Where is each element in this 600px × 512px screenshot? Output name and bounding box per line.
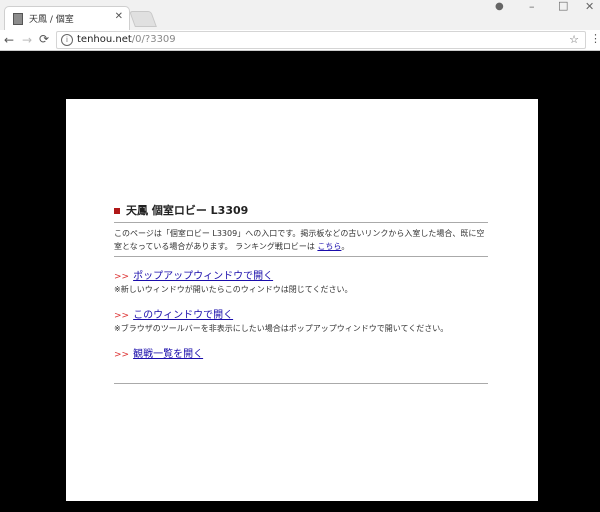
open-watch-list-link[interactable]: 観戦一覧を開く [133,349,203,360]
content-panel: 天鳳 個室ロビー L3309 このページは「個室ロビー L3309」への入口です… [66,99,538,501]
close-icon[interactable]: ✕ [115,11,123,22]
divider [114,222,488,223]
intro-body: このページは「個室ロビー L3309」への入口です。掲示板などの古いリンクから入… [114,229,485,251]
minimize-icon[interactable]: – [529,0,535,13]
url-path: /0/?3309 [131,34,176,45]
back-icon[interactable]: ← [4,33,14,47]
lobby-entry: 天鳳 個室ロビー L3309 このページは「個室ロビー L3309」への入口です… [114,203,488,384]
action-note: ※ブラウザのツールバーを非表示にしたい場合はポップアップウィンドウで開いてくださ… [114,324,449,333]
favicon-icon [13,13,23,25]
tab-title: 天鳳 / 個室 [29,15,74,25]
arrow-icon: >> [114,272,130,282]
intro-text: このページは「個室ロビー L3309」への入口です。掲示板などの古いリンクから入… [114,227,488,253]
square-marker-icon [114,208,120,214]
forward-icon[interactable]: → [22,33,32,47]
address-bar[interactable]: i tenhou.net/0/?3309 ☆ [56,31,586,49]
maximize-icon[interactable]: □ [558,0,568,12]
arrow-icon: >> [114,311,130,321]
ranking-lobby-link[interactable]: こちら [317,242,341,251]
divider [114,256,488,257]
action-watch: >> 観戦一覧を開く [114,348,488,362]
url-text[interactable]: tenhou.net/0/?3309 [77,34,176,45]
menu-icon[interactable]: ⋮ [590,32,600,45]
open-popup-link[interactable]: ポップアップウィンドウで開く [133,271,273,282]
browser-toolbar: ← → ⟳ i tenhou.net/0/?3309 ☆ ⋮ [0,30,600,51]
browser-tab-strip: 天鳳 / 個室 ✕ ● – □ ✕ [0,0,600,30]
open-this-window-link[interactable]: このウィンドウで開く [133,310,233,321]
intro-end: 。 [341,242,350,251]
star-icon[interactable]: ☆ [569,33,579,46]
info-icon[interactable]: i [61,34,73,46]
reload-icon[interactable]: ⟳ [39,32,49,46]
divider [114,383,488,384]
window-close-icon[interactable]: ✕ [585,0,594,13]
page-title: 天鳳 個室ロビー L3309 [114,203,488,219]
heading-text: 天鳳 個室ロビー L3309 [126,204,249,217]
profile-icon[interactable]: ● [495,1,504,12]
action-note: ※新しいウィンドウが開いたらこのウィンドウは閉じてください。 [114,285,353,294]
browser-tab[interactable]: 天鳳 / 個室 ✕ [4,6,130,30]
new-tab-button[interactable] [129,11,157,27]
action-this-window: >> このウィンドウで開く ※ブラウザのツールバーを非表示にしたい場合はポップアッ… [114,309,488,335]
action-popup: >> ポップアップウィンドウで開く ※新しいウィンドウが開いたらこのウィンドウは閉… [114,270,488,296]
url-host: tenhou.net [77,34,132,45]
arrow-icon: >> [114,350,130,360]
